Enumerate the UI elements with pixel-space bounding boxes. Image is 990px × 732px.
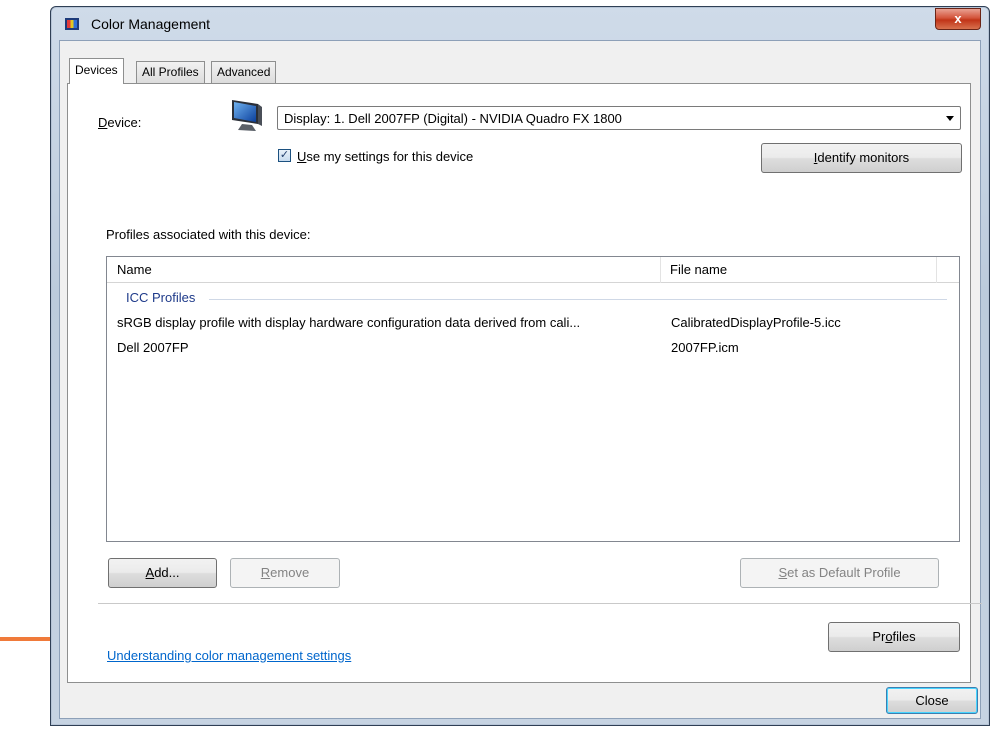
dialog-client-area: Devices All Profiles Advanced Device: Di… — [59, 40, 982, 719]
table-row[interactable]: sRGB display profile with display hardwa… — [107, 312, 959, 336]
monitor-icon — [232, 100, 262, 131]
understanding-color-management-link[interactable]: Understanding color management settings — [107, 648, 351, 663]
devices-tab-panel: Device: Display: 1. Dell 2007FP (Digital… — [67, 83, 982, 683]
tab-devices[interactable]: Devices — [69, 58, 124, 84]
identify-monitors-button[interactable]: Identify monitors — [761, 143, 962, 173]
close-icon: x — [954, 11, 962, 26]
list-header: Name File name — [107, 257, 959, 283]
window-title: Color Management — [91, 16, 211, 32]
tab-advanced[interactable]: Advanced — [211, 61, 277, 83]
table-row[interactable]: Dell 2007FP 2007FP.icm — [107, 337, 959, 361]
group-label-icc-profiles: ICC Profiles — [126, 290, 196, 305]
chevron-down-icon — [946, 116, 954, 121]
profile-name: sRGB display profile with display hardwa… — [117, 315, 581, 330]
tab-all-profiles[interactable]: All Profiles — [136, 61, 205, 83]
check-icon: ✓ — [279, 149, 290, 161]
close-button[interactable]: Close — [886, 687, 978, 714]
use-my-settings-checkbox[interactable]: ✓ — [278, 149, 291, 162]
group-divider — [209, 299, 947, 300]
column-header-file-name[interactable]: File name — [661, 257, 937, 283]
column-header-name[interactable]: Name — [107, 257, 661, 283]
add-button[interactable]: Add... — [108, 558, 217, 588]
divider — [98, 603, 982, 604]
remove-button[interactable]: Remove — [230, 558, 340, 588]
device-label: Device: — [98, 115, 142, 130]
device-select-value: Display: 1. Dell 2007FP (Digital) - NVID… — [284, 111, 622, 126]
profiles-list[interactable]: Name File name ICC Profiles sRGB display… — [106, 256, 960, 542]
set-default-profile-button[interactable]: Set as Default Profile — [740, 558, 939, 588]
profiles-heading: Profiles associated with this device: — [106, 227, 311, 242]
close-window-button[interactable]: x — [935, 8, 981, 30]
use-my-settings-label[interactable]: Use my settings for this device — [297, 149, 473, 164]
profiles-button[interactable]: Profiles — [828, 622, 960, 652]
color-management-icon — [65, 18, 79, 30]
profile-file: 2007FP.icm — [671, 340, 739, 355]
title-bar[interactable]: Color Management x — [51, 7, 989, 41]
profile-name: Dell 2007FP — [117, 340, 189, 355]
color-management-window: Color Management x Devices All Profiles … — [50, 6, 990, 726]
device-select[interactable]: Display: 1. Dell 2007FP (Digital) - NVID… — [277, 106, 961, 130]
profile-file: CalibratedDisplayProfile-5.icc — [671, 315, 841, 330]
